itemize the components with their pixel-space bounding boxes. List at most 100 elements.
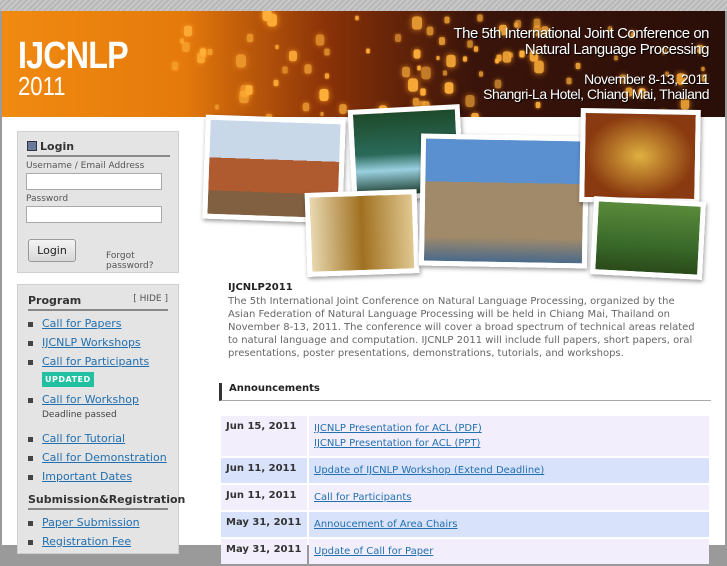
nav-link[interactable]: Registration Fee xyxy=(42,535,131,548)
photo-chedi xyxy=(418,133,590,269)
announcement-row: Jun 15, 2011 IJCNLP Presentation for ACL … xyxy=(221,416,709,456)
photo-bells xyxy=(304,189,420,277)
announcement-content: Update of IJCNLP Workshop (Extend Deadli… xyxy=(309,458,709,483)
announcement-date: Jun 11, 2011 xyxy=(221,458,307,483)
photo-golden-shrine xyxy=(579,107,701,205)
lantern-decoration xyxy=(325,73,329,79)
nav-item: Call for Workshop Deadline passed xyxy=(28,393,168,422)
lantern-decoration xyxy=(575,63,581,70)
lantern-decoration xyxy=(180,37,185,44)
submission-heading: Submission&Registration xyxy=(28,493,185,510)
lantern-decoration xyxy=(282,66,288,74)
nav-link[interactable]: Call for Workshop xyxy=(42,393,139,406)
nav-item: Call for Tutorial xyxy=(28,432,168,445)
lantern-decoration xyxy=(184,25,193,37)
announcement-link[interactable]: Update of Call for Paper xyxy=(314,544,704,559)
nav-link[interactable]: IJCNLP Workshops xyxy=(42,336,141,349)
nav-item: Paper Submission xyxy=(28,516,168,529)
announcement-row: May 31, 2011 Update of Call for Paper xyxy=(221,539,709,564)
lantern-decoration xyxy=(181,42,190,53)
announcement-row: Jun 11, 2011 Update of IJCNLP Workshop (E… xyxy=(221,458,709,483)
lantern-decoration xyxy=(413,49,421,59)
lantern-decoration xyxy=(465,95,475,108)
nav-item: Registration Fee xyxy=(28,535,168,548)
lantern-decoration xyxy=(275,44,280,49)
lantern-decoration xyxy=(473,46,478,53)
announcement-date: Jun 15, 2011 xyxy=(221,416,307,456)
photo-elephants xyxy=(590,196,706,280)
announcement-link[interactable]: IJCNLP Presentation for ACL (PPT) xyxy=(314,436,704,451)
lantern-decoration xyxy=(355,15,359,21)
lantern-decoration xyxy=(304,64,313,74)
lantern-decoration xyxy=(246,34,253,43)
conference-title-1: The 5th International Joint Conference o… xyxy=(453,25,709,42)
conference-venue: Shangri-La Hotel, Chiang Mai, Thailand xyxy=(483,86,709,102)
lantern-decoration xyxy=(535,102,541,109)
announcement-link[interactable]: Annoucement of Area Chairs xyxy=(314,517,704,532)
username-input[interactable] xyxy=(26,173,162,190)
announcement-link[interactable]: Update of IJCNLP Workshop (Extend Deadli… xyxy=(314,463,704,478)
conference-dates: November 8-13, 2011 xyxy=(584,71,709,87)
nav-link[interactable]: Important Dates xyxy=(42,470,132,483)
announcements-heading: Announcements xyxy=(219,383,711,401)
nav-link[interactable]: Call for Demonstration xyxy=(42,451,167,464)
login-button[interactable]: Login xyxy=(28,239,76,262)
announcement-content: Annoucement of Area Chairs xyxy=(309,512,709,537)
announcement-row: May 31, 2011 Annoucement of Area Chairs xyxy=(221,512,709,537)
updated-badge: UPDATED xyxy=(42,372,94,387)
nav-item: Call for Papers xyxy=(28,317,168,330)
announcement-content: Update of Call for Paper xyxy=(309,539,709,564)
announcement-date: Jun 11, 2011 xyxy=(221,485,307,510)
announcement-content: Call for Participants xyxy=(309,485,709,510)
lantern-decoration xyxy=(566,78,572,85)
lantern-decoration xyxy=(339,104,347,115)
page: IJCNLP 2011 The 5th International Joint … xyxy=(2,11,725,564)
lantern-decoration xyxy=(401,66,410,78)
nav-link[interactable]: Call for Papers xyxy=(42,317,122,330)
announcements-table: Jun 15, 2011 IJCNLP Presentation for ACL … xyxy=(219,414,711,566)
password-input[interactable] xyxy=(26,206,162,223)
nav-item: Call for Participants UPDATED xyxy=(28,355,168,387)
password-label: Password xyxy=(26,194,69,204)
announcement-date: May 31, 2011 xyxy=(221,512,307,537)
lantern-decoration xyxy=(421,66,431,79)
lantern-decoration xyxy=(245,85,253,96)
lantern-decoration xyxy=(324,48,330,56)
lantern-decoration xyxy=(320,112,324,117)
login-box: Login Username / Email Address Password … xyxy=(17,131,179,273)
lantern-decoration xyxy=(508,52,513,58)
header-banner: IJCNLP 2011 The 5th International Joint … xyxy=(2,11,725,117)
nav-link[interactable]: Call for Participants xyxy=(42,355,149,368)
announcement-link[interactable]: Call for Participants xyxy=(314,490,704,505)
nav-item: Call for Demonstration xyxy=(28,451,168,464)
top-strip xyxy=(0,0,727,11)
announcement-link[interactable]: IJCNLP Presentation for ACL (PDF) xyxy=(314,421,704,436)
nav-item: Important Dates xyxy=(28,470,168,483)
lantern-decoration xyxy=(436,56,440,61)
lantern-decoration xyxy=(438,37,445,45)
lantern-decoration xyxy=(519,50,525,57)
lantern-decoration xyxy=(303,102,310,112)
lantern-decoration xyxy=(262,11,272,22)
username-label: Username / Email Address xyxy=(26,161,145,171)
nav-link[interactable]: Call for Tutorial xyxy=(42,432,125,445)
lantern-decoration xyxy=(495,58,499,64)
lantern-decoration xyxy=(477,13,483,22)
lantern-decoration xyxy=(446,54,456,68)
conference-title-2: Natural Language Processing xyxy=(524,41,710,58)
lantern-decoration xyxy=(289,50,298,62)
program-box: Program[ HIDE ] Call for Papers IJCNLP Wo… xyxy=(17,284,185,554)
lantern-decoration xyxy=(394,34,401,43)
lantern-decoration xyxy=(426,26,433,36)
lantern-decoration xyxy=(444,17,450,24)
hide-link[interactable]: [ HIDE ] xyxy=(133,294,168,304)
program-heading: Program[ HIDE ] xyxy=(28,294,168,311)
announcement-date: May 31, 2011 xyxy=(221,539,307,564)
intro-title: IJCNLP2011 xyxy=(228,282,293,293)
lantern-decoration xyxy=(534,60,544,74)
intro-text: The 5th International Joint Conference o… xyxy=(228,296,695,359)
lantern-decoration xyxy=(463,56,468,62)
forgot-password-link[interactable]: Forgot password? xyxy=(106,251,178,271)
nav-link[interactable]: Paper Submission xyxy=(42,516,140,529)
lantern-decoration xyxy=(236,54,247,68)
